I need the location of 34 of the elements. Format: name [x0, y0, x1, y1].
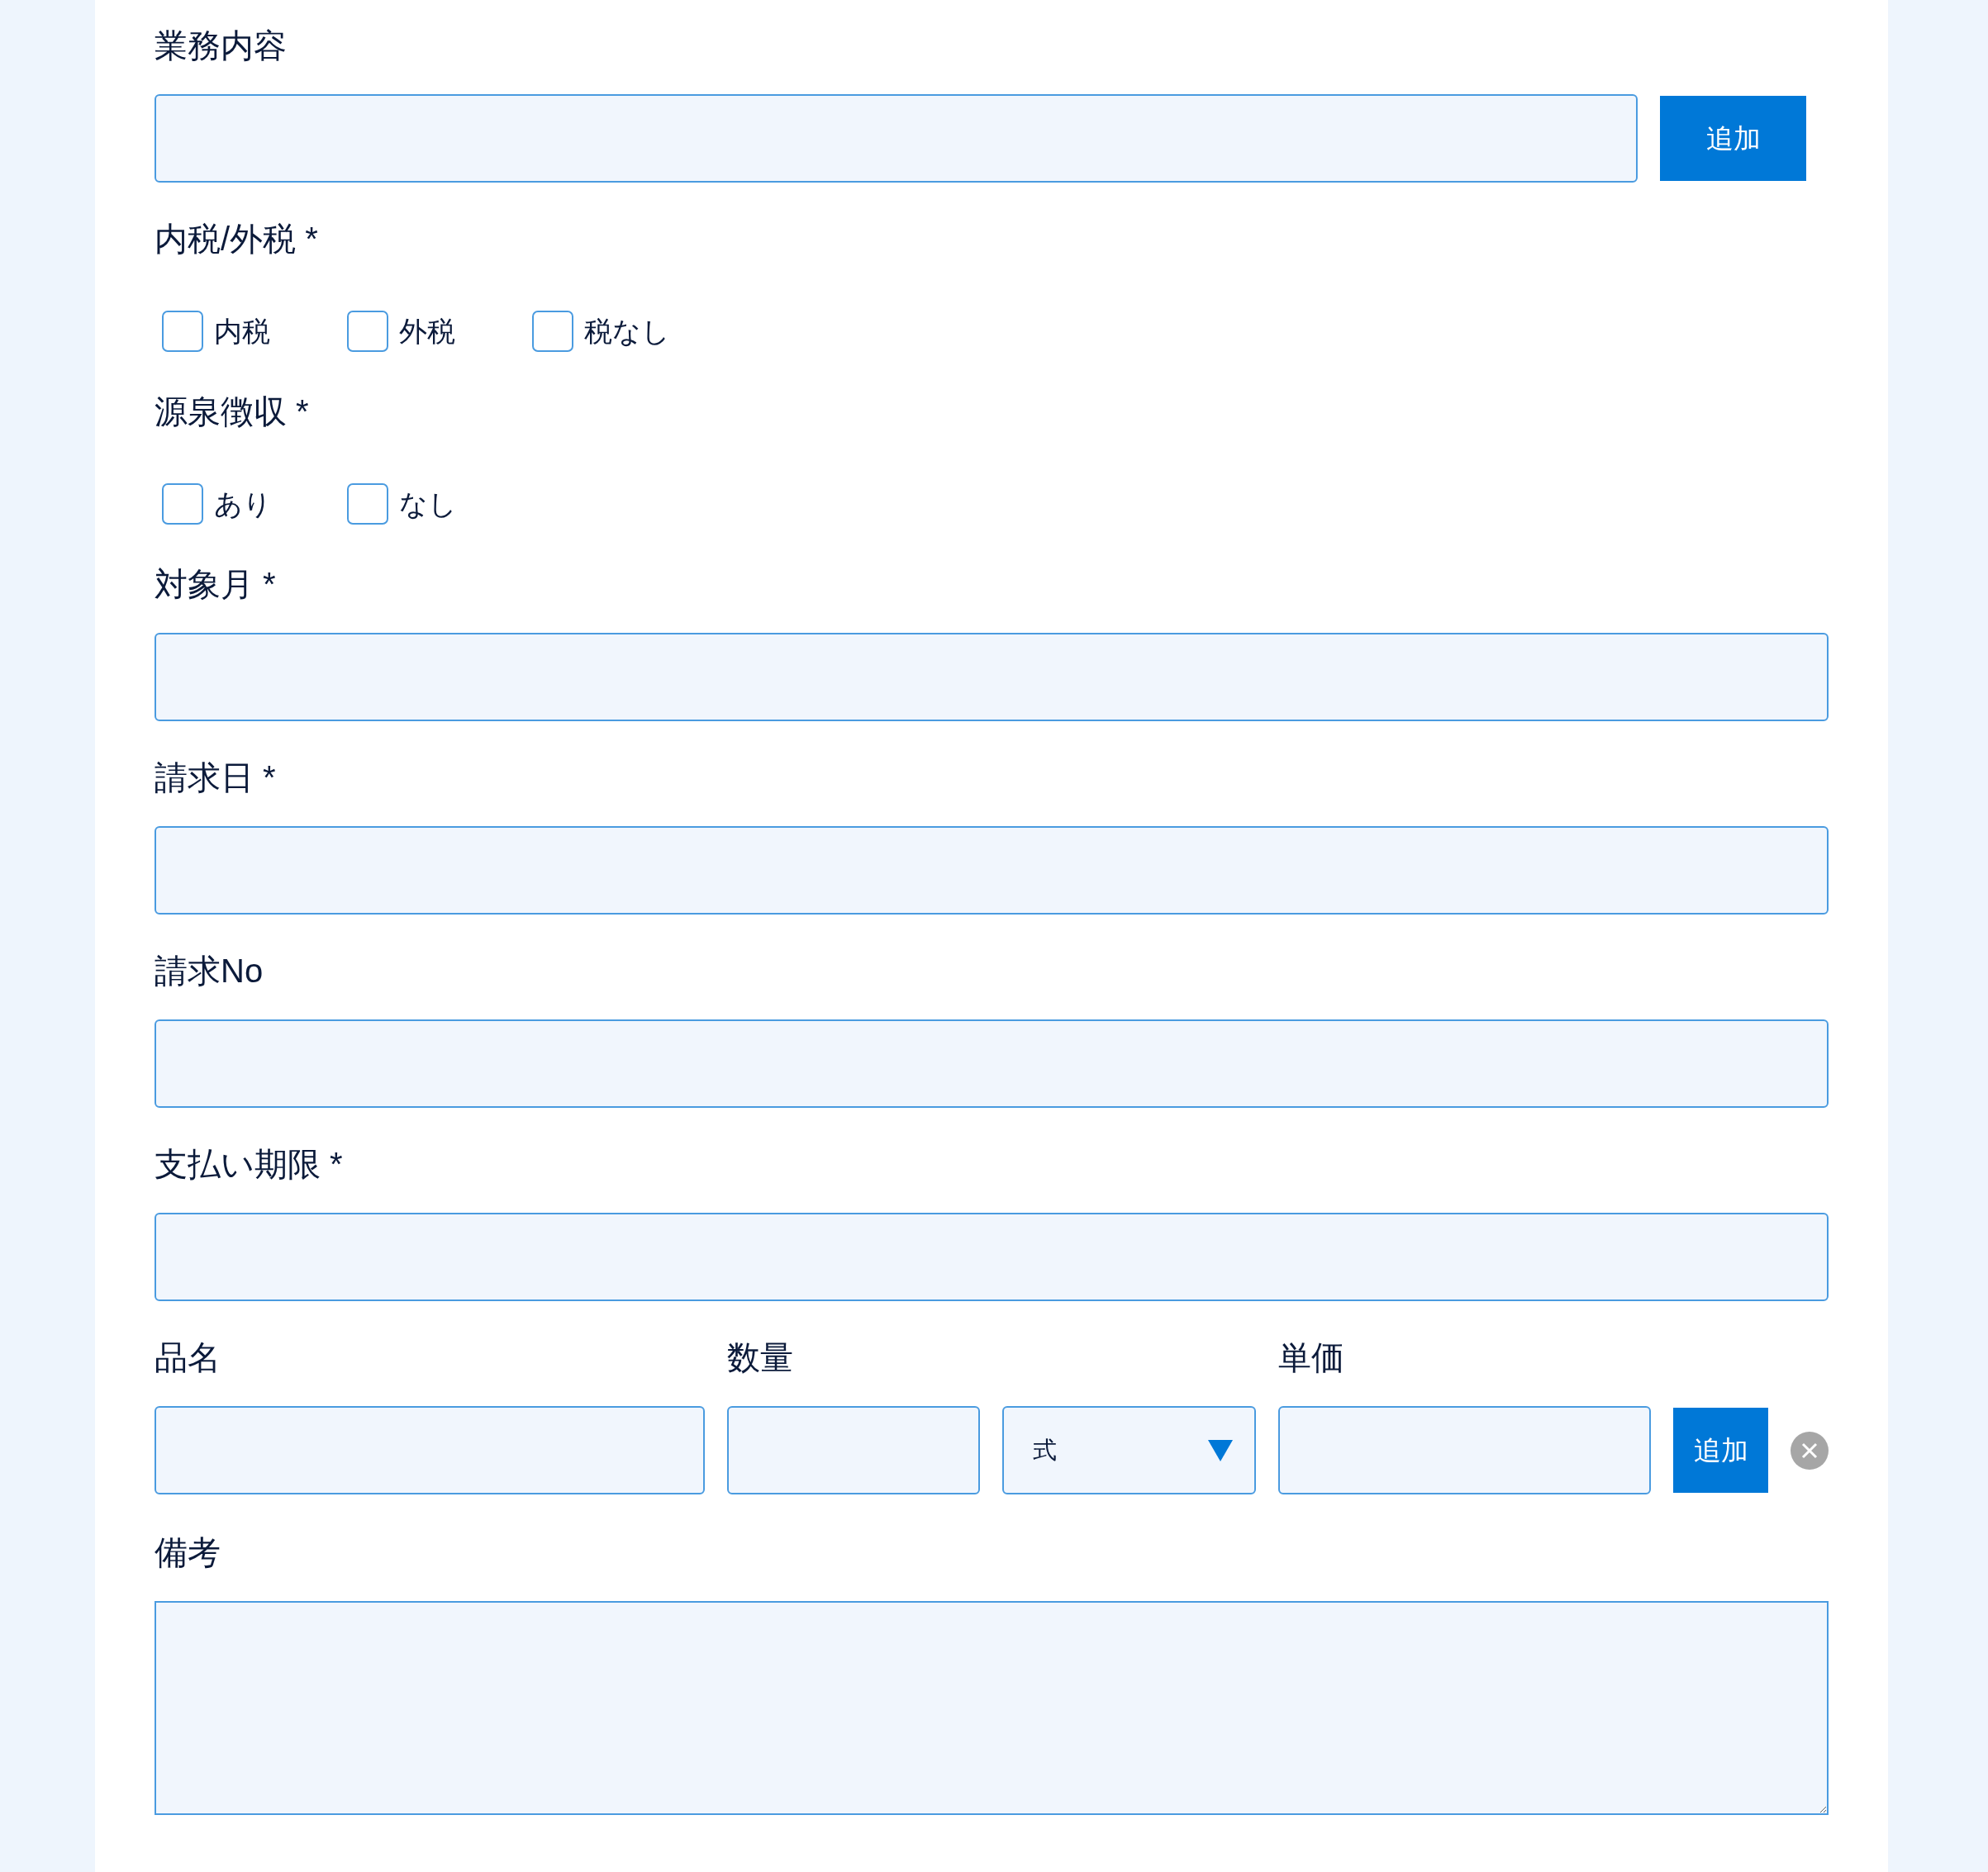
checkbox-label: 外税	[399, 315, 455, 349]
input-field[interactable]	[727, 1406, 980, 1494]
input-field[interactable]	[155, 1406, 705, 1494]
field-label: 内税/外税 *	[155, 220, 319, 259]
field-label: 支払い期限 *	[155, 1145, 344, 1184]
field-label: 品名	[155, 1338, 221, 1377]
field-label: 請求No	[155, 952, 264, 991]
checkbox-label: なし	[399, 487, 457, 521]
dropdown-arrow-icon	[1208, 1439, 1233, 1461]
checkbox[interactable]	[347, 483, 388, 525]
input-field[interactable]	[155, 633, 1829, 721]
checkbox[interactable]	[162, 483, 203, 525]
checkbox[interactable]	[347, 311, 388, 352]
field-label: 業務内容	[155, 26, 288, 65]
checkbox-label: あり	[214, 487, 272, 521]
field-label: 単価	[1278, 1338, 1345, 1377]
checkbox-label: 内税	[214, 315, 270, 349]
input-field[interactable]	[1278, 1406, 1651, 1494]
field-label: 数量	[727, 1338, 794, 1377]
checkbox[interactable]	[162, 311, 203, 352]
input-field[interactable]	[155, 826, 1829, 915]
input-field[interactable]	[155, 1019, 1829, 1108]
checkbox-label: 税なし	[584, 315, 670, 349]
remove-icon[interactable]	[1791, 1431, 1829, 1470]
field-label: 備考	[155, 1533, 221, 1572]
field-label: 源泉徴収 *	[155, 392, 310, 431]
input-field[interactable]	[155, 94, 1638, 183]
add-button[interactable]: 追加	[1660, 96, 1806, 181]
field-label: 対象月 *	[155, 565, 277, 604]
unit-dropdown[interactable]: 式	[1002, 1406, 1256, 1494]
input-field[interactable]	[155, 1213, 1829, 1301]
checkbox[interactable]	[532, 311, 573, 352]
field-label: 請求日 *	[155, 758, 277, 797]
add-button[interactable]: 追加	[1673, 1408, 1768, 1493]
